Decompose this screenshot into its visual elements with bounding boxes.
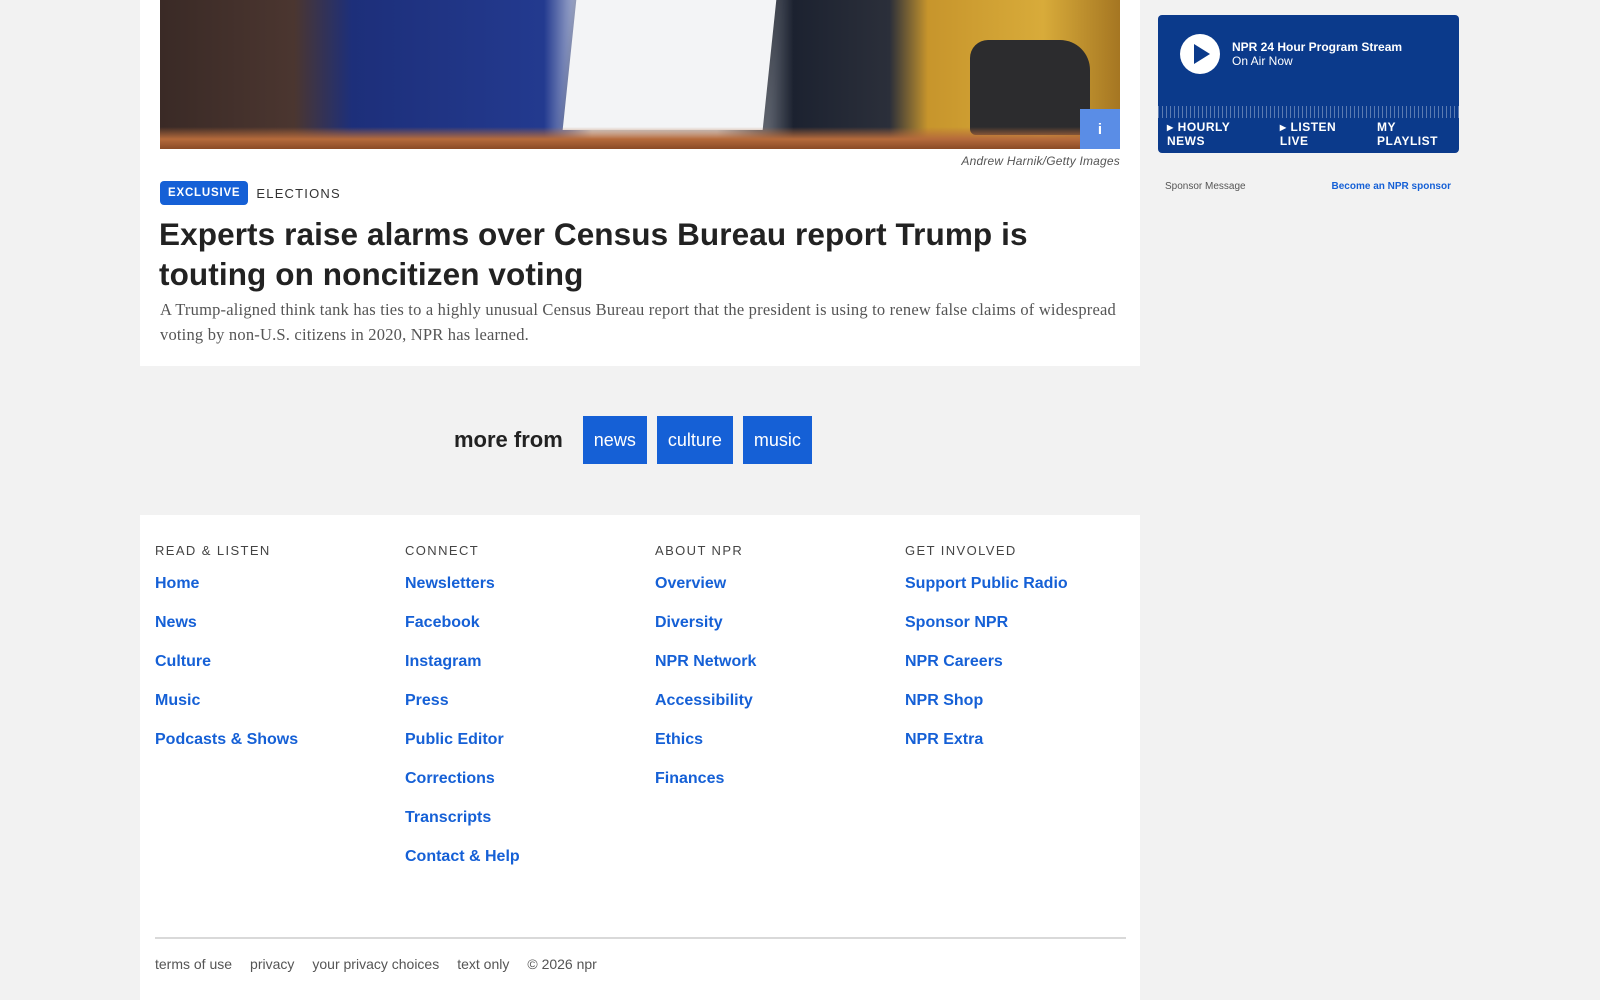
article-card: i Andrew Harnik/Getty Images EXCLUSIVE E…	[140, 0, 1140, 366]
exclusive-badge: EXCLUSIVE	[160, 181, 249, 205]
play-button[interactable]	[1180, 34, 1220, 74]
section-link-elections[interactable]: ELECTIONS	[256, 186, 340, 201]
image-info-button[interactable]: i	[1080, 109, 1120, 149]
site-footer: READ & LISTEN Home News Culture Music Po…	[140, 515, 1140, 1000]
listen-live-link[interactable]: ▶ LISTEN LIVE	[1280, 120, 1367, 148]
footer-link-accessibility[interactable]: Accessibility	[655, 692, 753, 709]
footer-link-instagram[interactable]: Instagram	[405, 653, 481, 670]
footer-link-corrections[interactable]: Corrections	[405, 770, 495, 787]
stream-status: On Air Now	[1232, 54, 1293, 68]
more-from: more from news culture music	[454, 416, 822, 464]
footer-heading: READ & LISTEN	[155, 543, 271, 558]
footer-link-public-editor[interactable]: Public Editor	[405, 731, 504, 748]
footer-link-sponsor-npr[interactable]: Sponsor NPR	[905, 614, 1008, 631]
footer-link-newsletters[interactable]: Newsletters	[405, 575, 495, 592]
stream-title[interactable]: NPR 24 Hour Program Stream	[1232, 40, 1402, 54]
article-teaser: A Trump-aligned think tank has ties to a…	[160, 300, 1116, 344]
footer-link-press[interactable]: Press	[405, 692, 449, 709]
my-playlist-link[interactable]: MY PLAYLIST	[1377, 120, 1459, 148]
footer-heading: ABOUT NPR	[655, 543, 744, 558]
footer-link-npr-extra[interactable]: NPR Extra	[905, 731, 983, 748]
footer-column-get-involved: GET INVOLVED Support Public Radio Sponso…	[905, 543, 1155, 887]
footer-column-read-listen: READ & LISTEN Home News Culture Music Po…	[155, 543, 405, 887]
hourly-news-link[interactable]: ▶ HOURLY NEWS	[1167, 120, 1270, 148]
legal-terms-of-use[interactable]: terms of use	[155, 956, 232, 972]
footer-link-news[interactable]: News	[155, 614, 197, 631]
footer-link-npr-careers[interactable]: NPR Careers	[905, 653, 1003, 670]
article-hero-image[interactable]: i	[160, 0, 1120, 149]
footer-link-overview[interactable]: Overview	[655, 575, 726, 592]
footer-link-diversity[interactable]: Diversity	[655, 614, 723, 631]
article-headline[interactable]: Experts raise alarms over Census Bureau …	[159, 214, 1099, 294]
more-from-label: more from	[454, 427, 563, 452]
legal-privacy-choices[interactable]: your privacy choices	[312, 956, 439, 972]
footer-legal: terms of use privacy your privacy choice…	[155, 937, 1126, 972]
play-icon	[1194, 44, 1210, 64]
legal-privacy[interactable]: privacy	[250, 956, 294, 972]
footer-column-connect: CONNECT Newsletters Facebook Instagram P…	[405, 543, 655, 887]
legal-copyright: © 2026 npr	[527, 956, 597, 972]
player-nav: ▶ HOURLY NEWS ▶ LISTEN LIVE MY PLAYLIST	[1167, 120, 1459, 148]
footer-link-npr-network[interactable]: NPR Network	[655, 653, 756, 670]
footer-link-npr-shop[interactable]: NPR Shop	[905, 692, 983, 709]
legal-text-only[interactable]: text only	[457, 956, 509, 972]
hero-phone	[970, 40, 1090, 135]
footer-link-podcasts-shows[interactable]: Podcasts & Shows	[155, 731, 298, 748]
more-from-music[interactable]: music	[742, 416, 812, 464]
footer-link-finances[interactable]: Finances	[655, 770, 724, 787]
footer-heading: CONNECT	[405, 543, 480, 558]
footer-link-ethics[interactable]: Ethics	[655, 731, 703, 748]
play-arrow-icon: ▶	[1167, 123, 1174, 132]
footer-link-music[interactable]: Music	[155, 692, 200, 709]
play-arrow-icon: ▶	[1279, 123, 1287, 132]
footer-link-contact-help[interactable]: Contact & Help	[405, 848, 520, 865]
article-tags: EXCLUSIVE ELECTIONS	[160, 181, 341, 205]
live-stream-player: NPR 24 Hour Program Stream On Air Now ▶ H…	[1158, 15, 1459, 153]
footer-heading: GET INVOLVED	[905, 543, 1017, 558]
become-sponsor-link[interactable]: Become an NPR sponsor	[1332, 181, 1451, 192]
sponsor-row: Sponsor Message Become an NPR sponsor	[1165, 181, 1451, 192]
hero-desk	[160, 127, 1120, 149]
footer-link-culture[interactable]: Culture	[155, 653, 211, 670]
footer-link-facebook[interactable]: Facebook	[405, 614, 480, 631]
photo-credit: Andrew Harnik/Getty Images	[961, 154, 1120, 168]
more-from-culture[interactable]: culture	[656, 416, 733, 464]
hero-paper	[562, 0, 778, 130]
footer-link-transcripts[interactable]: Transcripts	[405, 809, 491, 826]
footer-link-home[interactable]: Home	[155, 575, 199, 592]
sponsor-message-label: Sponsor Message	[1165, 181, 1246, 192]
footer-column-about: ABOUT NPR Overview Diversity NPR Network…	[655, 543, 905, 887]
more-from-news[interactable]: news	[582, 416, 647, 464]
audio-wave-graphic	[1158, 88, 1459, 118]
footer-link-support-public-radio[interactable]: Support Public Radio	[905, 575, 1068, 592]
